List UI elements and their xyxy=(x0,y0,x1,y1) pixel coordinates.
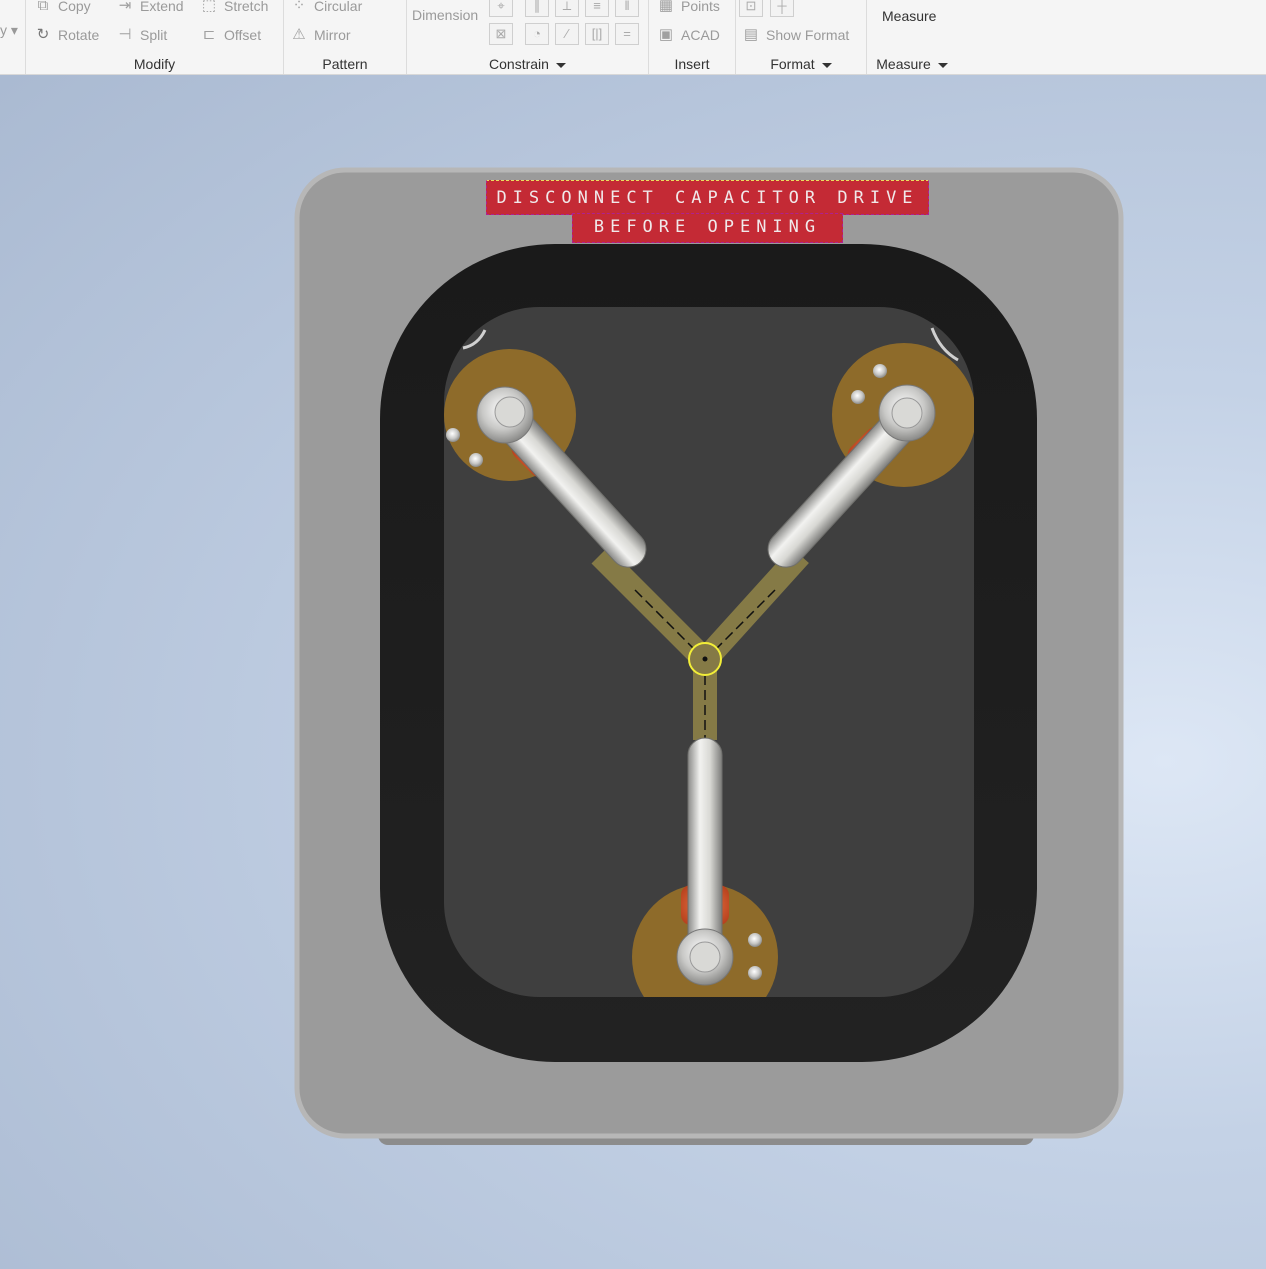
format-construction-icon[interactable]: ⊡ xyxy=(739,0,763,17)
split-icon: ⊣ xyxy=(118,26,132,43)
mirror-button[interactable]: ⚠ Mirror xyxy=(290,26,350,44)
format-centerline-icon[interactable]: ┼ xyxy=(770,0,794,17)
constraint-smooth-icon[interactable]: ∕ xyxy=(555,23,579,45)
constraint-perpendicular-icon[interactable]: ⟂ xyxy=(555,0,579,17)
constraint-fix-icon[interactable]: ⌖ xyxy=(489,0,513,17)
circular-pattern-icon: ⁘ xyxy=(292,0,306,14)
electrode-bottom-core xyxy=(689,941,721,973)
constraint-symmetric-icon[interactable]: [|] xyxy=(585,23,609,45)
pattern-group-label: Pattern xyxy=(322,56,368,72)
points-button[interactable]: ▦ Points xyxy=(657,0,720,15)
acad-icon: ▣ xyxy=(658,26,674,43)
acad-button[interactable]: ▣ ACAD xyxy=(657,26,720,44)
constrain-group-label[interactable]: Constrain xyxy=(407,56,648,72)
offset-icon: ⊏ xyxy=(202,26,216,43)
insert-group-label: Insert xyxy=(674,56,710,72)
mirror-icon: ⚠ xyxy=(292,26,306,43)
center-point xyxy=(702,656,708,662)
measure-dropdown-icon xyxy=(937,62,948,68)
measure-group-label[interactable]: Measure xyxy=(867,56,957,72)
extend-button[interactable]: ⇥ Extend xyxy=(116,0,184,15)
format-dropdown-icon xyxy=(821,62,832,68)
ribbon-group-partial: y ▾ xyxy=(0,0,26,74)
graphics-viewport[interactable]: DISCONNECT CAPACITOR DRIVE BEFORE OPENIN… xyxy=(0,75,1266,1269)
points-icon: ▦ xyxy=(658,0,674,14)
constraint-tangent-icon[interactable]: ◔ xyxy=(525,23,549,45)
extend-icon: ⇥ xyxy=(118,0,132,14)
stretch-icon: ⬚ xyxy=(201,0,217,14)
screw xyxy=(748,933,762,947)
ribbon-group-pattern: ⁘ Circular ⚠ Mirror Pattern xyxy=(284,0,407,74)
screw xyxy=(851,390,865,404)
warning-label-line1[interactable]: DISCONNECT CAPACITOR DRIVE xyxy=(486,180,929,215)
stretch-button[interactable]: ⬚ Stretch xyxy=(200,0,268,15)
measure-button[interactable]: Measure xyxy=(882,8,936,24)
tube-bottom[interactable] xyxy=(687,737,723,961)
screw xyxy=(446,428,460,442)
dimension-button[interactable]: Dimension xyxy=(412,7,478,23)
offset-button[interactable]: ⊏ Offset xyxy=(200,26,261,44)
rotate-button[interactable]: ↻ Rotate xyxy=(34,26,100,44)
ribbon-group-measure: Measure Measure xyxy=(867,0,957,74)
ribbon: y ▾ ⧉ Copy ⇥ Extend ⬚ Stretch ↻ Rotate ⊣… xyxy=(0,0,1266,75)
show-format-icon: ▤ xyxy=(743,26,759,43)
copy-button[interactable]: ⧉ Copy xyxy=(34,0,91,15)
ribbon-group-modify: ⧉ Copy ⇥ Extend ⬚ Stretch ↻ Rotate ⊣ Spl… xyxy=(26,0,284,74)
ribbon-group-constrain: Dimension ⌖ ∥ ⟂ ≡ ‖ ⊠ ◔ ∕ [|] = Constrai… xyxy=(407,0,649,74)
split-button[interactable]: ⊣ Split xyxy=(116,26,167,44)
ribbon-group-insert: ▦ Points ▣ ACAD Insert xyxy=(649,0,736,74)
flux-capacitor-model[interactable] xyxy=(0,75,1266,1269)
electrode-top-right-core xyxy=(891,397,923,429)
screw xyxy=(748,966,762,980)
screw xyxy=(873,364,887,378)
constraint-equal-icon[interactable]: = xyxy=(615,23,639,45)
constraint-horizontal-icon[interactable]: ≡ xyxy=(585,0,609,17)
modify-group-label[interactable]: Modify xyxy=(26,56,283,72)
constraint-vertical-icon[interactable]: ‖ xyxy=(615,0,639,17)
constrain-dropdown-icon xyxy=(555,62,566,68)
rotate-icon: ↻ xyxy=(36,26,50,43)
electrode-top-left-core xyxy=(494,396,526,428)
constraint-parallel-icon[interactable]: ∥ xyxy=(525,0,549,17)
show-format-button[interactable]: ▤ Show Format xyxy=(742,26,849,44)
ribbon-group-format: ⊡ ┼ ▤ Show Format Format xyxy=(736,0,867,74)
format-group-label[interactable]: Format xyxy=(736,56,866,72)
circular-pattern-button[interactable]: ⁘ Circular xyxy=(290,0,363,15)
constraint-coincident-icon[interactable]: ⊠ xyxy=(489,23,513,45)
dropdown-arrow-icon[interactable]: y ▾ xyxy=(0,22,18,39)
copy-icon: ⧉ xyxy=(37,0,49,14)
screw xyxy=(469,453,483,467)
warning-label-line2[interactable]: BEFORE OPENING xyxy=(572,213,843,243)
